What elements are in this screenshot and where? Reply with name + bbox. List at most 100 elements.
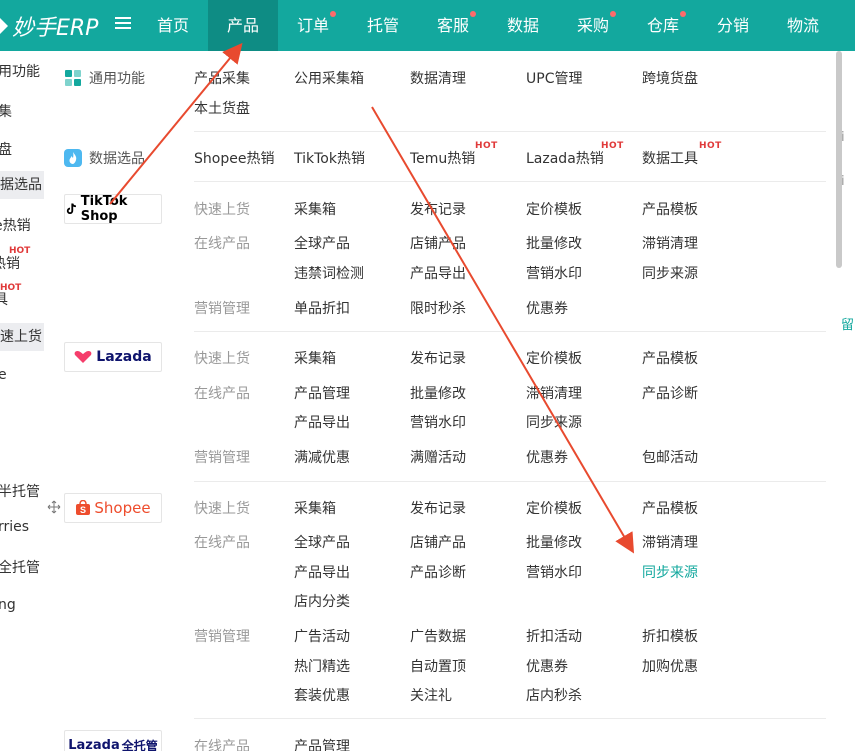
sidebar-item[interactable]: e [0, 367, 7, 383]
sidebar-item[interactable]: e热销 [0, 215, 31, 235]
sidebar-item[interactable]: 用功能 [0, 61, 40, 81]
menu-item[interactable]: 产品诊断 [410, 562, 466, 582]
nav-item-3[interactable]: 托管 [348, 0, 418, 51]
menu-item-public-collect-box[interactable]: 公用采集箱 [294, 68, 364, 88]
menu-item[interactable]: 折扣活动 [526, 626, 582, 646]
menu-item[interactable]: 自动置顶 [410, 656, 466, 676]
sidebar-item[interactable]: 集 [0, 101, 12, 121]
menu-item[interactable]: 热门精选 [294, 656, 350, 676]
menu-item[interactable]: 折扣模板 [642, 626, 698, 646]
menu-item[interactable]: 批量修改 [410, 383, 466, 403]
menu-item-data-tools[interactable]: 数据工具 [642, 148, 698, 168]
logo-text-cn: 全托管 [121, 738, 158, 751]
menu-item-tiktok-hot[interactable]: TikTok热销 [294, 148, 365, 168]
sidebar-item[interactable]: 半托管 [0, 481, 40, 501]
menu-item[interactable]: 产品导出 [410, 263, 466, 283]
logo-mark-icon [0, 17, 8, 34]
menu-item[interactable]: 优惠券 [526, 298, 568, 318]
menu-item[interactable]: 滞销清理 [642, 233, 698, 253]
menu-item[interactable]: 套装优惠 [294, 685, 350, 705]
menu-item[interactable]: 优惠券 [526, 447, 568, 467]
notification-dot [330, 11, 336, 17]
menu-item[interactable]: 营销水印 [410, 412, 466, 432]
scrollbar-thumb[interactable] [836, 51, 842, 268]
nav-item-7[interactable]: 仓库 [628, 0, 698, 51]
menu-toggle-icon[interactable] [115, 17, 131, 31]
nav-item-4[interactable]: 客服 [418, 0, 488, 51]
menu-item[interactable]: 广告活动 [294, 626, 350, 646]
nav-item-8[interactable]: 分销 [698, 0, 768, 51]
nav-item-5[interactable]: 数据 [488, 0, 558, 51]
lazada-cat-marketing: 营销管理 [194, 450, 250, 466]
menu-item[interactable]: 单品折扣 [294, 298, 350, 318]
menu-item[interactable]: 全球产品 [294, 532, 350, 552]
menu-item[interactable]: 全球产品 [294, 233, 350, 253]
menu-item-sync-source-active[interactable]: 同步来源 [642, 562, 698, 582]
sidebar-item[interactable]: rries [0, 519, 29, 535]
menu-item[interactable]: 违禁词检测 [294, 263, 364, 283]
menu-item[interactable]: 同步来源 [526, 412, 582, 432]
menu-item[interactable]: 定价模板 [526, 498, 582, 518]
menu-item[interactable]: 优惠券 [526, 656, 568, 676]
nav-item-6[interactable]: 采购 [558, 0, 628, 51]
menu-item[interactable]: 发布记录 [410, 348, 466, 368]
menu-item[interactable]: 产品模板 [642, 199, 698, 219]
menu-item[interactable]: 营销水印 [526, 562, 582, 582]
menu-item[interactable]: 店铺产品 [410, 532, 466, 552]
menu-item[interactable]: 产品模板 [642, 348, 698, 368]
sidebar-item[interactable]: 热销 [0, 253, 20, 273]
menu-item[interactable]: 产品模板 [642, 498, 698, 518]
menu-item[interactable]: 满赠活动 [410, 447, 466, 467]
menu-item[interactable]: 产品导出 [294, 412, 350, 432]
category-label: 通用功能 [89, 71, 145, 87]
sidebar-item[interactable]: 全托管 [0, 557, 40, 577]
sidebar-item[interactable]: ng [0, 597, 16, 613]
menu-item-local-goods[interactable]: 本土货盘 [194, 98, 250, 118]
menu-item-shopee-hot[interactable]: Shopee热销 [194, 148, 274, 168]
menu-item[interactable]: 关注礼 [410, 685, 452, 705]
menu-item[interactable]: 定价模板 [526, 348, 582, 368]
menu-item[interactable]: 发布记录 [410, 199, 466, 219]
sidebar-section[interactable]: 据选品 [0, 171, 44, 199]
menu-item[interactable]: 限时秒杀 [410, 298, 466, 318]
sidebar-section[interactable]: 速上货 [0, 323, 44, 351]
menu-item[interactable]: 采集箱 [294, 498, 336, 518]
menu-item[interactable]: 滞销清理 [526, 383, 582, 403]
menu-item-lazada-hot[interactable]: Lazada热销 [526, 148, 604, 168]
menu-item[interactable]: 加购优惠 [642, 656, 698, 676]
menu-item[interactable]: 满减优惠 [294, 447, 350, 467]
nav-item-0[interactable]: 首页 [138, 0, 208, 51]
menu-item[interactable]: 包邮活动 [642, 447, 698, 467]
menu-item[interactable]: 店铺产品 [410, 233, 466, 253]
category-general: 通用功能 [64, 68, 145, 88]
menu-item[interactable]: 店内分类 [294, 591, 350, 611]
menu-item-product-collect[interactable]: 产品采集 [194, 68, 250, 88]
menu-item[interactable]: 产品管理 [294, 383, 350, 403]
menu-item-temu-hot[interactable]: Temu热销 [410, 148, 475, 168]
menu-item-upc-manage[interactable]: UPC管理 [526, 68, 582, 88]
menu-item[interactable]: 产品诊断 [642, 383, 698, 403]
menu-item[interactable]: 滞销清理 [642, 532, 698, 552]
menu-item[interactable]: 同步来源 [642, 263, 698, 283]
hot-badge: HOT [475, 141, 498, 151]
app-logo[interactable]: 妙手ERP [0, 0, 98, 51]
nav-item-2[interactable]: 订单 [278, 0, 348, 51]
nav-item-9[interactable]: 物流 [768, 0, 838, 51]
nav-item-1[interactable]: 产品 [208, 0, 278, 51]
menu-item[interactable]: 定价模板 [526, 199, 582, 219]
menu-item[interactable]: 营销水印 [526, 263, 582, 283]
tiktok-note-icon [66, 203, 76, 214]
sidebar-item[interactable]: 具 [0, 289, 8, 309]
menu-item-cross-border-goods[interactable]: 跨境货盘 [642, 68, 698, 88]
menu-item[interactable]: 店内秒杀 [526, 685, 582, 705]
menu-item[interactable]: 产品导出 [294, 562, 350, 582]
menu-item-data-clean[interactable]: 数据清理 [410, 68, 466, 88]
menu-item[interactable]: 产品管理 [294, 736, 350, 751]
menu-item[interactable]: 采集箱 [294, 348, 336, 368]
menu-item[interactable]: 广告数据 [410, 626, 466, 646]
menu-item[interactable]: 发布记录 [410, 498, 466, 518]
menu-item[interactable]: 批量修改 [526, 233, 582, 253]
sidebar-item[interactable]: 盘 [0, 139, 12, 159]
menu-item[interactable]: 采集箱 [294, 199, 336, 219]
menu-item[interactable]: 批量修改 [526, 532, 582, 552]
